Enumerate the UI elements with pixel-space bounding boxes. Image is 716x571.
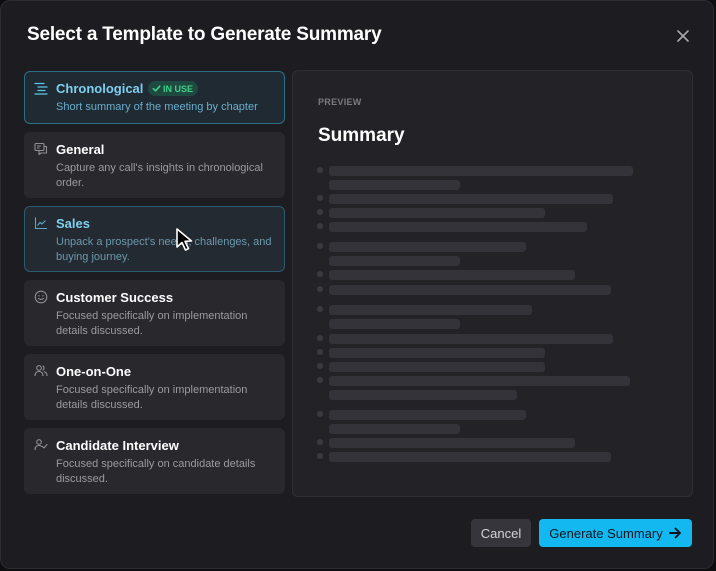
template-card-one-on-one[interactable]: One-on-One Focused specifically on imple… (24, 354, 285, 420)
template-name: Candidate Interview (56, 438, 179, 453)
bullet-icon (317, 195, 323, 201)
preview-panel: PREVIEW Summary (292, 70, 693, 497)
dialog-title: Select a Template to Generate Summary (27, 24, 382, 45)
users-icon (34, 365, 48, 377)
bullet-icon (317, 411, 323, 417)
skeleton-bar (329, 348, 545, 358)
skeleton-bar (329, 256, 460, 266)
generate-summary-label: Generate Summary (549, 525, 663, 541)
template-card-customer-success[interactable]: Customer Success Focused specifically on… (24, 280, 285, 346)
template-description: Focused specifically on implementation d… (56, 310, 248, 337)
bullet-icon (317, 271, 323, 277)
bullet-icon (317, 223, 323, 229)
preview-label: PREVIEW (318, 97, 362, 107)
skeleton-bar (329, 424, 460, 434)
badge-label: IN USE (163, 83, 194, 94)
template-description: Short summary of the meeting by chapter (56, 101, 258, 113)
bullet-icon (317, 335, 323, 341)
template-name: One-on-One (56, 364, 132, 379)
skeleton-bar (329, 208, 545, 218)
skeleton-bar (329, 166, 633, 176)
template-name: Chronological (56, 81, 144, 96)
bullet-icon (317, 167, 323, 173)
skeleton-bar (329, 305, 532, 315)
bullet-icon (317, 377, 323, 383)
template-name: General (56, 142, 105, 157)
cancel-button[interactable]: Cancel (471, 519, 531, 547)
arrow-right-icon (668, 527, 681, 539)
user-check-icon (34, 439, 48, 451)
template-card-chronological[interactable]: Chronological IN USE Short summary of th… (24, 71, 285, 124)
smiley-icon (34, 290, 48, 304)
skeleton-bar (329, 410, 526, 420)
close-button[interactable] (673, 26, 693, 46)
template-card-general[interactable]: General Capture any call's insights in c… (24, 132, 285, 198)
skeleton-bar (329, 452, 611, 462)
skeleton-bar (329, 194, 613, 204)
close-icon (677, 30, 689, 42)
skeleton-bar (329, 362, 545, 372)
skeleton-bar (329, 270, 575, 280)
in-use-badge: IN USE (148, 81, 199, 96)
bullet-icon (317, 349, 323, 355)
skeleton-bar (329, 180, 460, 190)
chat-bubbles-icon (34, 142, 48, 156)
skeleton-bar (329, 285, 611, 295)
template-name: Sales (56, 216, 90, 231)
bullet-icon (317, 439, 323, 445)
template-description: Unpack a prospect's needs, challenges, a… (56, 236, 272, 263)
bullet-icon (317, 286, 323, 292)
generate-summary-button[interactable]: Generate Summary (539, 519, 692, 547)
template-card-candidate-interview[interactable]: Candidate Interview Focused specifically… (24, 428, 285, 494)
bullet-icon (317, 243, 323, 249)
skeleton-bar (329, 319, 460, 329)
template-dialog: Select a Template to Generate Summary Ch… (0, 0, 714, 569)
template-card-sales[interactable]: Sales Unpack a prospect's needs, challen… (24, 206, 285, 272)
template-name: Customer Success (56, 290, 174, 305)
template-description: Focused specifically on implementation d… (56, 384, 248, 411)
list-lines-icon (34, 82, 48, 95)
preview-title: Summary (318, 125, 405, 146)
line-chart-icon (34, 217, 47, 230)
skeleton-bar (329, 222, 587, 232)
skeleton-bar (329, 390, 517, 400)
skeleton-bar (329, 334, 613, 344)
skeleton-bar (329, 438, 575, 448)
bullet-icon (317, 363, 323, 369)
check-icon (152, 85, 161, 92)
skeleton-bar (329, 376, 630, 386)
template-list: Chronological IN USE Short summary of th… (24, 71, 285, 502)
bullet-icon (317, 209, 323, 215)
skeleton-bar (329, 242, 526, 252)
bullet-icon (317, 453, 323, 459)
template-description: Focused specifically on candidate detail… (56, 458, 256, 485)
bullet-icon (317, 306, 323, 312)
template-description: Capture any call's insights in chronolog… (56, 162, 263, 189)
